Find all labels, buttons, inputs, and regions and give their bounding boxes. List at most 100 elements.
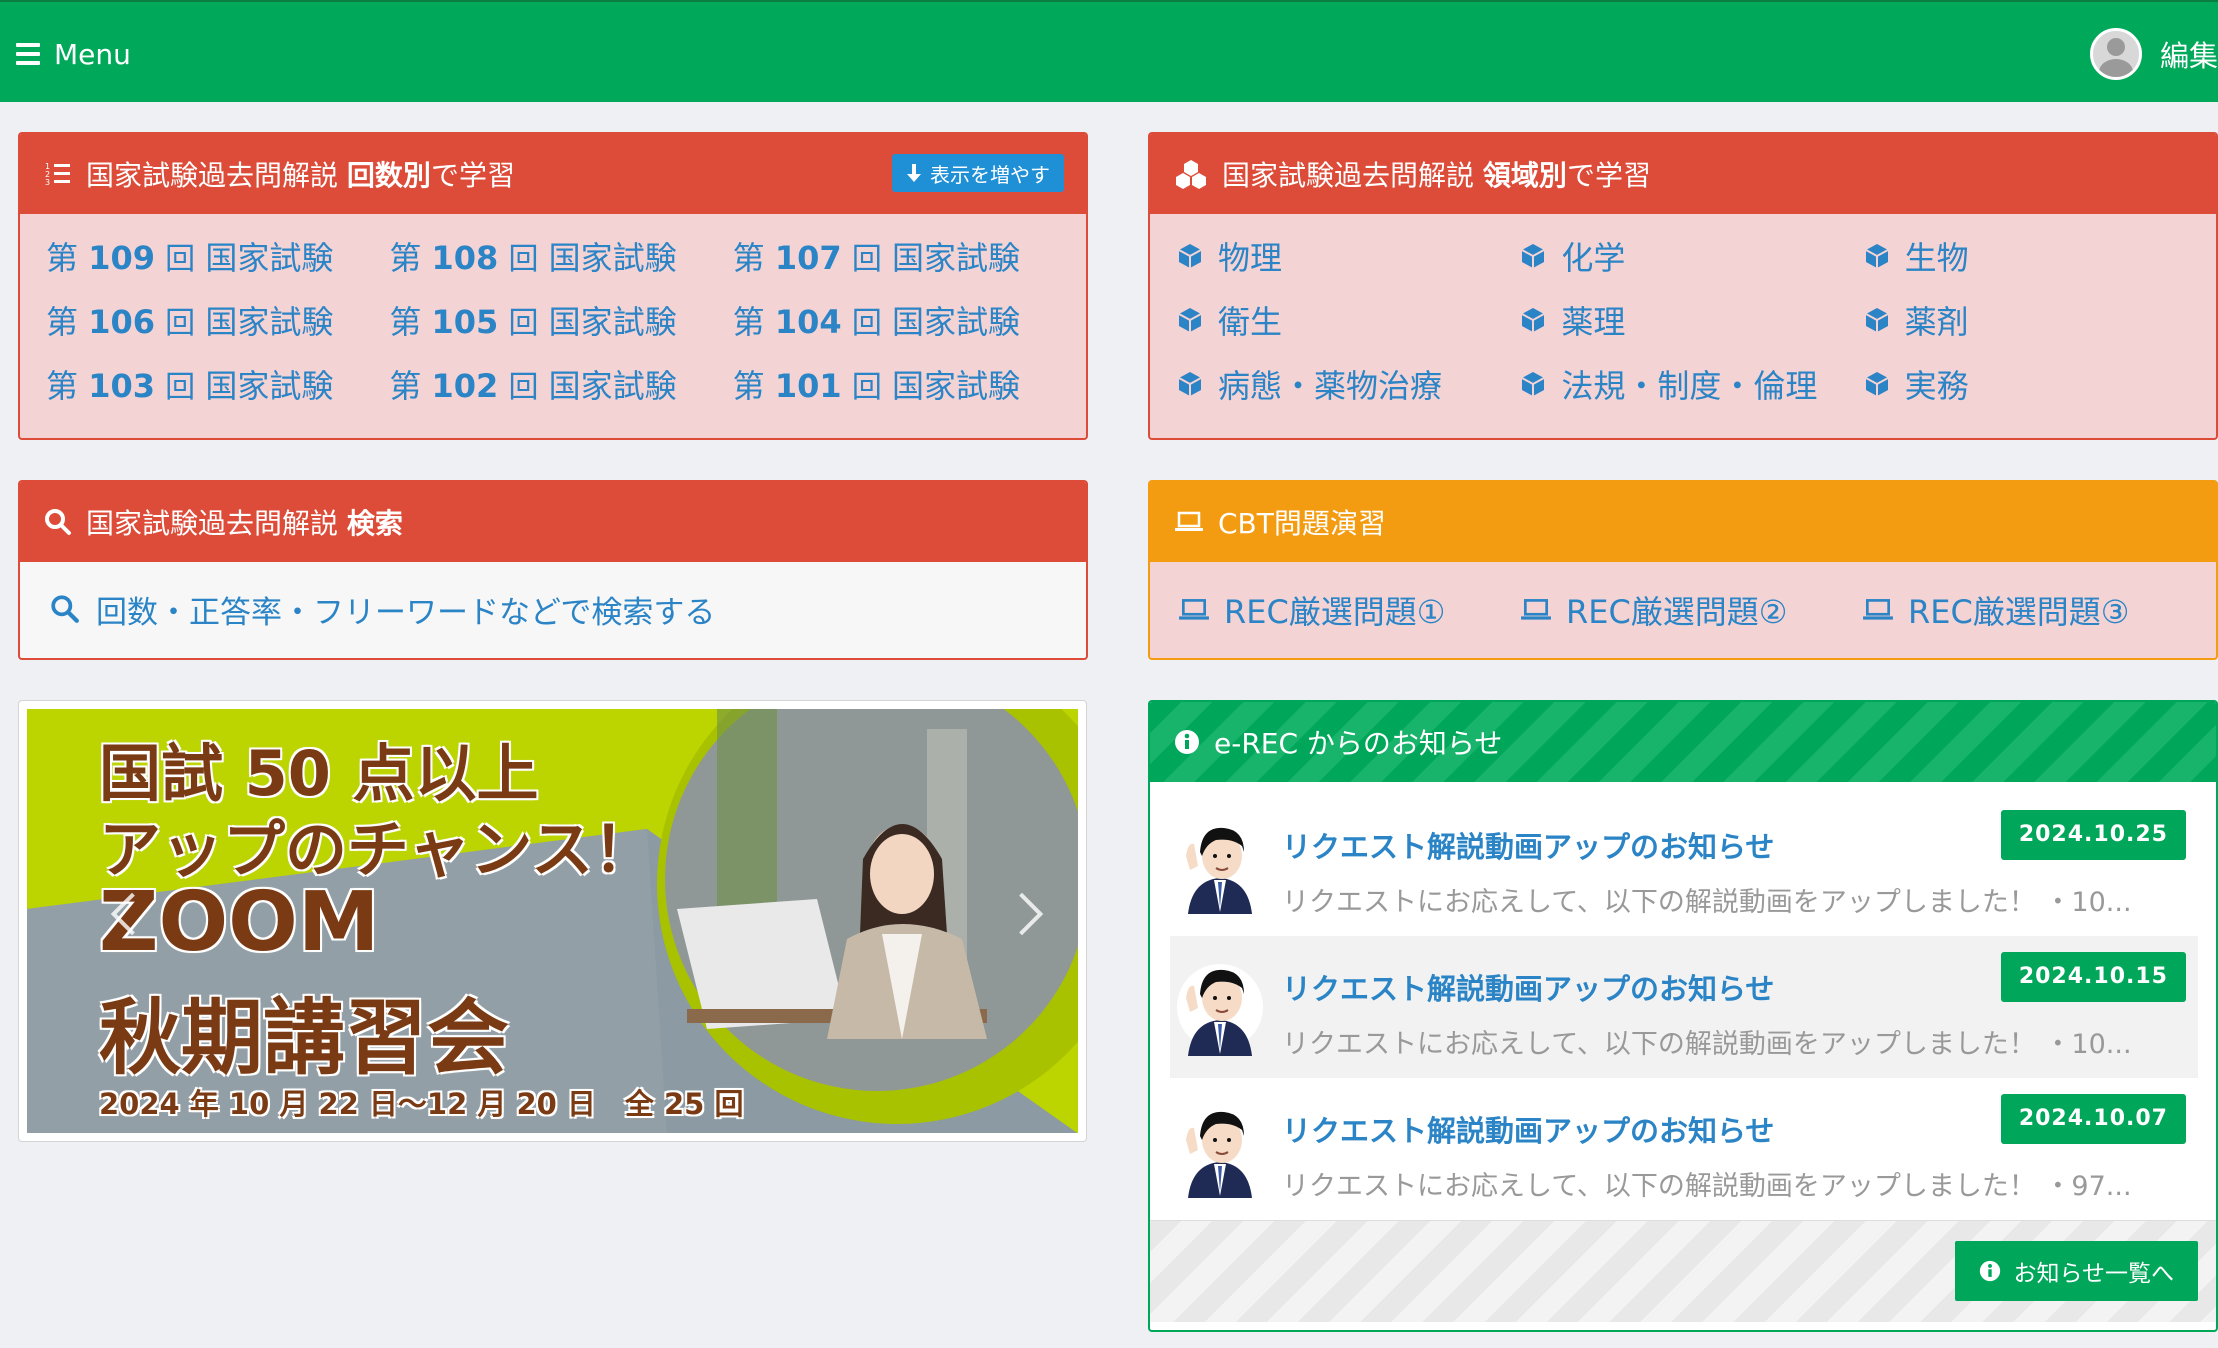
ryoiki-link-label: 実務: [1904, 367, 1969, 405]
news-footer: お知らせ一覧へ: [1150, 1220, 2216, 1322]
news-all-button[interactable]: お知らせ一覧へ: [1955, 1241, 2198, 1301]
cbt-link-2[interactable]: REC厳選問題②: [1520, 587, 1862, 633]
search-panel: 国家試験過去問解説 検索 回数・正答率・フリーワードなどで検索する: [18, 480, 1088, 660]
ryoiki-link-3[interactable]: 衛生: [1176, 288, 1519, 352]
ryoiki-link-0[interactable]: 物理: [1176, 224, 1519, 288]
kaisu-link-106[interactable]: 第 106 回 国家試験: [46, 288, 389, 352]
ryoiki-link-label: 病態・薬物治療: [1218, 367, 1443, 405]
ryoiki-link-7[interactable]: 法規・制度・倫理: [1519, 352, 1862, 416]
svg-text:3: 3: [45, 178, 50, 187]
news-panel: e-REC からのお知らせ リクエスト解説動画アップのお知らせ リクエストにお応え…: [1148, 700, 2218, 1332]
news-date-badge: 2024.10.07: [2000, 1094, 2186, 1144]
cbt-panel: CBT問題演習 REC厳選問題① REC厳選問題② REC厳選問題③: [1148, 480, 2218, 660]
search-panel-title: 国家試験過去問解説 検索: [86, 507, 403, 540]
ryoiki-link-label: 生物: [1904, 239, 1969, 277]
ryoiki-link-6[interactable]: 病態・薬物治療: [1176, 352, 1519, 416]
kaisu-link-108[interactable]: 第 108 回 国家試験: [389, 224, 732, 288]
info-circle-icon: [1175, 730, 1199, 754]
cbt-links: REC厳選問題① REC厳選問題② REC厳選問題③: [1150, 562, 2216, 658]
banner-line5: 2024 年 10 月 22 日〜12 月 20 日 全 25 回: [99, 1087, 744, 1121]
cbt-link-label: REC厳選問題②: [1566, 593, 1788, 631]
search-panel-header: 国家試験過去問解説 検索: [20, 482, 1086, 562]
laptop-icon: [1175, 511, 1203, 531]
cube-icon: [1178, 372, 1202, 396]
edit-label: 編集: [2159, 39, 2218, 73]
kaisu-link-104[interactable]: 第 104 回 国家試験: [733, 288, 1076, 352]
cube-icon: [1865, 308, 1889, 332]
kaisu-link-label: 第 106 回 国家試験: [46, 303, 334, 341]
laptop-icon: [1863, 599, 1893, 620]
laptop-icon: [1179, 599, 1209, 620]
kaisu-link-103[interactable]: 第 103 回 国家試験: [46, 352, 389, 416]
ryoiki-link-5[interactable]: 薬剤: [1863, 288, 2206, 352]
cbt-link-label: REC厳選問題③: [1908, 593, 2130, 631]
cbt-panel-title: CBT問題演習: [1218, 507, 1386, 540]
kaisu-link-label: 第 104 回 国家試験: [732, 303, 1020, 341]
staff-avatar-icon: [1177, 822, 1263, 914]
search-link[interactable]: 回数・正答率・フリーワードなどで検索する: [20, 562, 1086, 656]
menu-label: Menu: [54, 37, 131, 71]
news-desc: リクエストにお応えして、以下の解説動画をアップしました！ ・10...: [1282, 1028, 2132, 1060]
news-desc: リクエストにお応えして、以下の解説動画をアップしました！ ・97...: [1282, 1170, 2132, 1202]
kaisu-link-label: 第 102 回 国家試験: [389, 367, 677, 405]
ryoiki-panel-header: 国家試験過去問解説 領域別で学習: [1150, 134, 2216, 214]
cbt-link-1[interactable]: REC厳選問題①: [1178, 587, 1520, 633]
kaisu-link-102[interactable]: 第 102 回 国家試験: [389, 352, 732, 416]
kaisu-panel-header: 1 2 3 国家試験過去問解説 回数別で学習 表示を増やす: [20, 134, 1086, 214]
kaisu-link-label: 第 108 回 国家試験: [389, 239, 677, 277]
ryoiki-link-label: 法規・制度・倫理: [1561, 367, 1818, 405]
kaisu-panel: 1 2 3 国家試験過去問解説 回数別で学習 表示を増やす 第 109 回 国家…: [18, 132, 1088, 440]
user-avatar-icon: [2089, 28, 2142, 80]
kaisu-link-105[interactable]: 第 105 回 国家試験: [389, 288, 732, 352]
kaisu-link-107[interactable]: 第 107 回 国家試験: [733, 224, 1076, 288]
news-panel-title: e-REC からのお知らせ: [1214, 727, 1503, 760]
cubes-icon: [1176, 160, 1206, 189]
news-date-badge: 2024.10.25: [2000, 810, 2186, 860]
arrow-down-icon: [907, 164, 921, 182]
cube-icon: [1865, 244, 1889, 268]
staff-avatar-icon: [1177, 1106, 1263, 1198]
banner-image: 国試 50 点以上 アップのチャンス！ ZOOM 秋期講習会 2024 年 10…: [27, 709, 1078, 1133]
laptop-icon: [1521, 599, 1551, 620]
list-ol-icon: 1 2 3: [45, 162, 70, 187]
news-list: リクエスト解説動画アップのお知らせ リクエストにお応えして、以下の解説動画をアップ…: [1150, 782, 2216, 1220]
ryoiki-link-label: 物理: [1218, 239, 1283, 277]
cube-icon: [1521, 244, 1545, 268]
menu-button[interactable]: Menu: [16, 32, 131, 76]
cube-icon: [1521, 308, 1545, 332]
news-item[interactable]: リクエスト解説動画アップのお知らせ リクエストにお応えして、以下の解説動画をアップ…: [1170, 1078, 2198, 1220]
staff-avatar-icon: [1177, 964, 1263, 1056]
cube-icon: [1178, 244, 1202, 268]
search-icon: [45, 509, 71, 535]
kaisu-link-101[interactable]: 第 101 回 国家試験: [733, 352, 1076, 416]
ryoiki-link-8[interactable]: 実務: [1863, 352, 2206, 416]
ryoiki-link-4[interactable]: 薬理: [1519, 288, 1862, 352]
ryoiki-panel-title: 国家試験過去問解説 領域別で学習: [1222, 159, 1651, 192]
cbt-link-3[interactable]: REC厳選問題③: [1862, 587, 2204, 633]
ryoiki-link-label: 薬理: [1561, 303, 1626, 341]
kaisu-link-label: 第 103 回 国家試験: [46, 367, 334, 405]
info-circle-icon: [1980, 1260, 2001, 1282]
news-date-badge: 2024.10.15: [2000, 952, 2186, 1002]
ryoiki-grid: 物理 化学 生物衛生 薬理 薬剤病態・薬物治療 法規・制度・倫理 実務: [1150, 214, 2216, 416]
ryoiki-link-2[interactable]: 生物: [1863, 224, 2206, 288]
cube-icon: [1865, 372, 1889, 396]
kaisu-link-label: 第 107 回 国家試験: [732, 239, 1020, 277]
top-navbar: Menu 編集: [0, 0, 2218, 102]
kaisu-link-109[interactable]: 第 109 回 国家試験: [46, 224, 389, 288]
ryoiki-link-label: 衛生: [1218, 303, 1283, 341]
news-item[interactable]: リクエスト解説動画アップのお知らせ リクエストにお応えして、以下の解説動画をアップ…: [1170, 936, 2198, 1078]
user-menu[interactable]: 編集: [2089, 28, 2218, 80]
news-item[interactable]: リクエスト解説動画アップのお知らせ リクエストにお応えして、以下の解説動画をアップ…: [1170, 794, 2198, 936]
kaisu-link-label: 第 101 回 国家試験: [732, 367, 1020, 405]
kaisu-link-label: 第 109 回 国家試験: [46, 239, 334, 277]
show-more-button[interactable]: 表示を増やす: [892, 154, 1064, 192]
cube-icon: [1521, 372, 1545, 396]
ryoiki-link-1[interactable]: 化学: [1519, 224, 1862, 288]
news-panel-header: e-REC からのお知らせ: [1150, 702, 2216, 782]
ryoiki-panel: 国家試験過去問解説 領域別で学習 物理 化学 生物衛生 薬理 薬剤病態・薬物治療 法規・制…: [1148, 132, 2218, 440]
search-icon: [51, 595, 79, 623]
kaisu-grid: 第 109 回 国家試験 第 108 回 国家試験 第 107 回 国家試験第 10…: [20, 214, 1086, 416]
cube-icon: [1178, 308, 1202, 332]
promo-banner[interactable]: 国試 50 点以上 アップのチャンス！ ZOOM 秋期講習会 2024 年 10…: [18, 700, 1087, 1142]
